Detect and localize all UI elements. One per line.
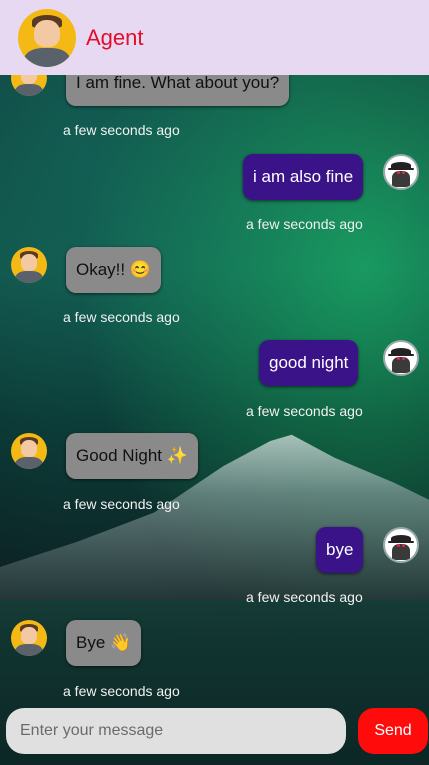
user-avatar <box>383 340 419 376</box>
message-timestamp: a few seconds ago <box>63 496 180 512</box>
message-input[interactable] <box>6 708 346 754</box>
agent-message-bubble: Okay!! 😊 <box>66 247 162 293</box>
message-timestamp: a few seconds ago <box>63 122 180 138</box>
message-timestamp: a few seconds ago <box>63 309 180 325</box>
message-composer: Send <box>0 700 429 765</box>
agent-message-bubble: Good Night ✨ <box>66 433 198 479</box>
chat-title: Agent <box>86 24 144 50</box>
message-list[interactable]: I am fine. What about you? a few seconds… <box>0 0 429 700</box>
agent-avatar <box>11 620 47 656</box>
message-timestamp: a few seconds ago <box>246 589 363 605</box>
user-message-bubble: i am also fine <box>243 154 364 200</box>
agent-avatar <box>11 433 47 469</box>
user-message-bubble: good night <box>259 340 359 386</box>
message-timestamp: a few seconds ago <box>246 403 363 419</box>
agent-message-bubble: Bye 👋 <box>66 620 142 666</box>
agent-avatar <box>18 8 76 67</box>
agent-avatar <box>11 247 47 283</box>
user-avatar <box>383 527 419 563</box>
send-button[interactable]: Send <box>358 708 428 754</box>
message-timestamp: a few seconds ago <box>246 216 363 232</box>
user-message-bubble: bye <box>316 527 364 573</box>
chat-header: Agent <box>0 0 429 75</box>
message-timestamp: a few seconds ago <box>63 683 180 699</box>
user-avatar <box>383 154 419 190</box>
